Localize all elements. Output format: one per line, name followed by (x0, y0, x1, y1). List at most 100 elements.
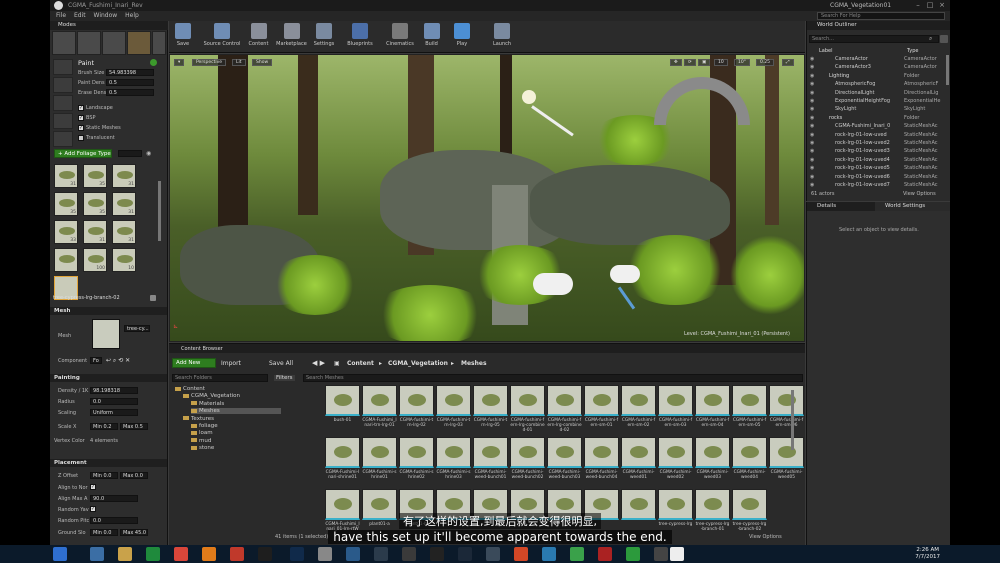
asset-tile[interactable]: CGMA-fushimi-weed-bunch01 (473, 437, 508, 487)
nav-back-forward-icon[interactable]: ◀ ▶ (312, 359, 325, 367)
epic-launcher-icon[interactable] (430, 547, 444, 561)
align-max-field[interactable]: 90.0 (90, 495, 138, 502)
viewport-options-button[interactable]: ▾ (174, 59, 185, 66)
visibility-eye-icon[interactable]: ◉ (810, 63, 814, 71)
component-actions[interactable]: ↩ ⌕ ⟲ ✕ (106, 357, 130, 365)
scale-snap-button[interactable]: 0.25 (756, 59, 775, 66)
asset-tile[interactable]: CGMA-fushimi-weed-bunch03 (547, 437, 582, 487)
asset-tile[interactable]: CGMA-fushimi-weed04 (732, 437, 767, 487)
reapply-tool-icon[interactable] (53, 77, 73, 93)
asset-tile[interactable]: CGMA-fushimi-fern-sm-04 (695, 385, 730, 435)
foliage-type-thumbnail[interactable]: 31 (112, 220, 136, 244)
outliner-search-input[interactable]: Search... (809, 35, 939, 43)
outliner-view-options[interactable]: View Options (903, 191, 936, 197)
mesh-section[interactable]: Mesh (50, 307, 167, 315)
visibility-eye-icon[interactable]: ◉ (810, 181, 814, 189)
asset-tile[interactable]: CGMA-Fushimi-Inari-shrine01 (325, 437, 360, 487)
breadcrumb-vegetation[interactable]: CGMA_Vegetation (388, 360, 448, 367)
foliage-type-thumbnail[interactable]: 31 (112, 192, 136, 216)
help-search-input[interactable]: Search For Help (817, 12, 945, 20)
type-column-header[interactable]: Type (907, 48, 918, 54)
photoshop-icon[interactable] (290, 547, 304, 561)
folder-tree-item[interactable]: Materials (191, 401, 224, 407)
asset-tile[interactable]: CGMA-fushimi-fern-sm-05 (732, 385, 767, 435)
taskbar-app-icon[interactable] (346, 547, 360, 561)
perspective-button[interactable]: Perspective (192, 59, 227, 66)
align-normal-checkbox[interactable]: ✓ (90, 484, 96, 490)
visibility-eye-icon[interactable]: ◉ (810, 72, 814, 80)
outliner-row[interactable]: ◉ SkyLight SkyLight (807, 105, 945, 113)
visibility-eye-icon[interactable]: ◉ (810, 122, 814, 130)
random-yaw-checkbox[interactable]: ✓ (90, 506, 96, 512)
level-viewport[interactable]: ▾ Perspective Lit Show ✥ ⟳ ▣ 10 10° 0.25… (169, 54, 805, 342)
visibility-eye-icon[interactable]: ◉ (810, 164, 814, 172)
asset-tile[interactable]: bush-01 (325, 385, 360, 435)
visibility-eye-icon[interactable]: ◉ (810, 55, 814, 63)
height-fog-icon[interactable] (610, 265, 640, 283)
asset-tile[interactable]: CGMA-fushimi-trn-lrg-03 (436, 385, 471, 435)
search-meshes-input[interactable]: Search Meshes (303, 374, 803, 382)
outliner-row[interactable]: ◉ rock-lrg-01-low-uved5 StaticMeshAc (807, 164, 945, 172)
fog-icon[interactable] (533, 273, 573, 295)
scale-x-min[interactable]: Min 0.2 (90, 423, 118, 430)
outliner-scrollbar[interactable] (946, 55, 949, 85)
foliage-type-thumbnail[interactable]: 35 (83, 192, 107, 216)
asset-tile[interactable]: CGMA-fushimi-weed01 (621, 437, 656, 487)
taskbar-app-icon[interactable] (258, 547, 272, 561)
select-tool-icon[interactable] (53, 95, 73, 111)
steam-icon[interactable] (458, 547, 472, 561)
folder-tree-item[interactable]: Meshes (191, 408, 281, 415)
scaling-dropdown[interactable]: Uniform (90, 409, 138, 416)
scale-mode-icon[interactable]: ▣ (698, 59, 711, 66)
mesh-picker[interactable]: tree-cy... (124, 325, 150, 332)
show-button[interactable]: Show (252, 59, 273, 66)
erase-density-field[interactable]: 0.5 (106, 89, 154, 96)
foliage-type-thumbnail[interactable]: 35 (54, 192, 78, 216)
visibility-eye-icon[interactable]: ◉ (810, 147, 814, 155)
visibility-eye-icon[interactable]: ◉ (810, 114, 814, 122)
folder-tree-item[interactable]: CGMA_Vegetation (183, 393, 240, 399)
asset-tile[interactable]: CGMA-fushimi-shrine03 (436, 437, 471, 487)
landscape-mode-button[interactable] (102, 31, 126, 55)
toolbar-blueprints-button[interactable]: Blueprints (339, 22, 381, 51)
rotation-snap-button[interactable]: 10° (734, 59, 750, 66)
translate-mode-icon[interactable]: ✥ (670, 59, 682, 66)
bsp-checkbox[interactable]: ✓ (78, 115, 84, 121)
breadcrumb-content[interactable]: Content (347, 360, 374, 367)
system-clock[interactable]: 2:26 AM 7/7/2017 (915, 547, 940, 561)
modes-tab[interactable]: Modes (50, 21, 168, 30)
toolbar-source-control-button[interactable]: Source Control (195, 22, 249, 51)
outliner-row[interactable]: ◉ rock-lrg-01-low-uved3 StaticMeshAc (807, 147, 945, 155)
foliage-type-thumbnail[interactable]: 31 (83, 220, 107, 244)
outliner-row[interactable]: ◉ CameraActor3 CameraActor (807, 63, 945, 71)
asset-tile[interactable]: CGMA-fushimi-fern-sm-01 (584, 385, 619, 435)
windows-start-icon[interactable] (53, 547, 67, 561)
folder-tree-item[interactable]: loam (191, 430, 213, 436)
menu-help[interactable]: Help (125, 11, 139, 21)
placement-section[interactable]: Placement (50, 459, 167, 467)
folder-tree-item[interactable]: stone (191, 445, 214, 451)
minimize-icon[interactable]: – (912, 1, 924, 10)
sun-light-icon[interactable] (522, 90, 536, 104)
taskbar-app-icon[interactable] (318, 547, 332, 561)
folder-tree-item[interactable]: foliage (191, 423, 218, 429)
content-browser-tab[interactable]: Content Browser (181, 346, 223, 352)
taskbar-app-icon[interactable] (570, 547, 584, 561)
maximize-icon[interactable]: □ (924, 1, 936, 10)
foliage-mode-button[interactable] (127, 31, 151, 55)
outliner-row[interactable]: ◉ rock-lrg-01-low-uved2 StaticMeshAc (807, 139, 945, 147)
landscape-checkbox[interactable]: ✓ (78, 105, 84, 111)
geometry-mode-button[interactable] (152, 31, 166, 55)
paint-tool-icon[interactable] (53, 59, 73, 75)
outliner-row[interactable]: ◉ rock-lrg-01-low-uved StaticMeshAc (807, 131, 945, 139)
visibility-eye-icon[interactable]: ◉ (810, 173, 814, 181)
translucent-checkbox[interactable] (78, 135, 84, 141)
breadcrumb-meshes[interactable]: Meshes (461, 360, 487, 367)
outliner-row[interactable]: ◉ rock-lrg-01-low-uved4 StaticMeshAc (807, 156, 945, 164)
asset-tile[interactable]: CGMA-fushimi-weed03 (695, 437, 730, 487)
component-field[interactable]: Fo (90, 357, 102, 364)
menu-window[interactable]: Window (94, 11, 118, 21)
add-new-button[interactable]: Add New (172, 358, 216, 368)
paint-density-field[interactable]: 0.5 (106, 79, 154, 86)
taskbar-app-icon[interactable] (654, 547, 668, 561)
